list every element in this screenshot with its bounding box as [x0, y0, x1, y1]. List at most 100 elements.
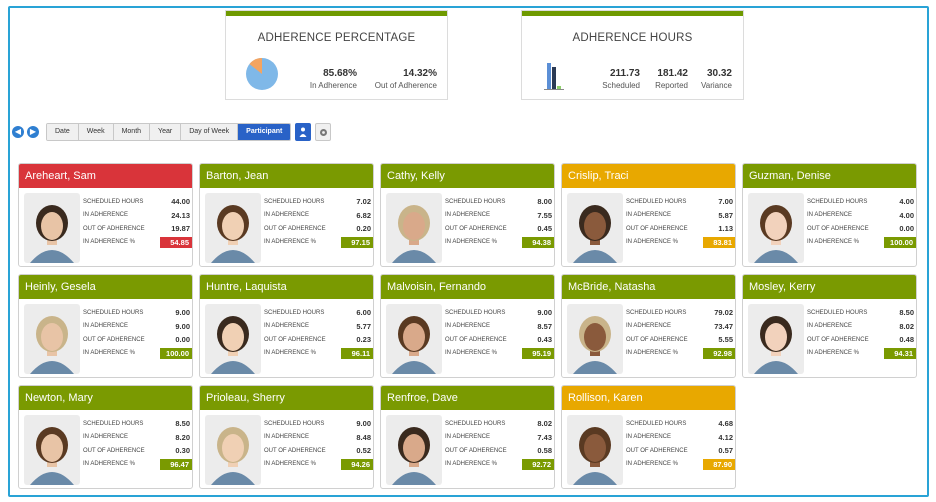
- in-adherence-pct-badge: 92.98: [703, 347, 735, 359]
- in-adherence-pct-label: IN ADHERENCE %: [83, 461, 136, 468]
- participant-name: Areheart, Sam: [19, 164, 192, 188]
- tab-week[interactable]: Week: [78, 124, 114, 140]
- in-adherence-pct-badge: 83.81: [703, 236, 735, 248]
- person-photo-icon: [24, 304, 80, 374]
- participant-card[interactable]: Cathy, Kelly SCHEDULED HOURS 8.00 IN ADHE…: [380, 163, 555, 267]
- tab-month[interactable]: Month: [113, 124, 151, 140]
- view-tabs: Date Week Month Year Day of Week Participant: [46, 123, 292, 141]
- tab-year[interactable]: Year: [150, 124, 182, 140]
- in-adherence-value: 6.82: [356, 210, 371, 220]
- in-adherence-value: 24.13: [171, 210, 190, 220]
- scheduled-hours-value: 8.50: [175, 419, 190, 429]
- tab-day-of-week[interactable]: Day of Week: [181, 124, 239, 140]
- participant-photo: [386, 193, 442, 263]
- hours-bar-chart-icon: [544, 63, 564, 90]
- participant-stats: SCHEDULED HOURS 44.00 IN ADHERENCE 24.13 O…: [83, 195, 192, 249]
- scheduled-hours-value: 6.00: [356, 308, 371, 318]
- participant-card[interactable]: Rollison, Karen SCHEDULED HOURS 4.68 IN A…: [561, 385, 736, 489]
- participant-name: Heinly, Gesela: [19, 275, 192, 299]
- in-adherence-pct-badge: 92.72: [522, 458, 554, 470]
- participant-name: Barton, Jean: [200, 164, 373, 188]
- participant-name: Mosley, Kerry: [743, 275, 916, 299]
- out-of-adherence-value: 1.13: [718, 224, 733, 234]
- out-of-adherence-label: OUT OF ADHERENCE: [445, 336, 507, 343]
- in-adherence-value: 85.68%: [323, 68, 357, 79]
- tab-participant[interactable]: Participant: [238, 124, 291, 140]
- adherence-pie-icon: [246, 58, 278, 90]
- participant-stats: SCHEDULED HOURS 6.00 IN ADHERENCE 5.77 OUT…: [264, 306, 373, 360]
- participant-card[interactable]: Areheart, Sam SCHEDULED HOURS 44.00 IN AD…: [18, 163, 193, 267]
- participant-card[interactable]: Malvoisin, Fernando SCHEDULED HOURS 9.00 …: [380, 274, 555, 378]
- person-photo-icon: [24, 193, 80, 263]
- in-adherence-value: 5.87: [718, 210, 733, 220]
- out-of-adherence-label: OUT OF ADHERENCE: [626, 225, 688, 232]
- person-photo-icon: [567, 304, 623, 374]
- in-adherence-pct-badge: 87.90: [703, 458, 735, 470]
- next-arrow-icon[interactable]: ▶: [27, 126, 39, 138]
- out-of-adherence-value: 0.00: [899, 224, 914, 234]
- in-adherence-label: IN ADHERENCE: [445, 323, 491, 330]
- in-adherence-value: 8.48: [356, 432, 371, 442]
- out-of-adherence-value: 0.00: [175, 335, 190, 345]
- in-adherence-value: 7.43: [537, 432, 552, 442]
- participant-stats: SCHEDULED HOURS 4.00 IN ADHERENCE 4.00 OUT…: [807, 195, 916, 249]
- scheduled-hours-value: 9.00: [356, 419, 371, 429]
- in-adherence-pct-badge: 94.26: [341, 458, 373, 470]
- participant-stats: SCHEDULED HOURS 8.02 IN ADHERENCE 7.43 OUT…: [445, 417, 554, 471]
- participant-stats: SCHEDULED HOURS 9.00 IN ADHERENCE 8.48 OUT…: [264, 417, 373, 471]
- scheduled-hours-value: 7.02: [356, 197, 371, 207]
- in-adherence-pct-badge: 100.00: [884, 236, 916, 248]
- person-photo-icon: [748, 193, 804, 263]
- participant-photo: [205, 304, 261, 374]
- participant-name: Prioleau, Sherry: [200, 386, 373, 410]
- in-adherence-pct-label: IN ADHERENCE %: [264, 239, 317, 246]
- participant-card[interactable]: Heinly, Gesela SCHEDULED HOURS 9.00 IN AD…: [18, 274, 193, 378]
- scheduled-hours-label: SCHEDULED HOURS: [626, 309, 687, 316]
- reported-value: 181.42: [657, 68, 688, 79]
- participant-card[interactable]: McBride, Natasha SCHEDULED HOURS 79.02 IN…: [561, 274, 736, 378]
- in-adherence-label: IN ADHERENCE: [264, 323, 310, 330]
- out-of-adherence-label: OUT OF ADHERENCE: [626, 447, 688, 454]
- scheduled-hours-label: SCHEDULED HOURS: [807, 198, 868, 205]
- out-of-adherence-value: 0.58: [537, 446, 552, 456]
- in-adherence-label: IN ADHERENCE: [264, 212, 310, 219]
- previous-arrow-icon[interactable]: ◀: [12, 126, 24, 138]
- tab-date[interactable]: Date: [47, 124, 79, 140]
- variance-stat: 30.32 Variance: [701, 68, 732, 90]
- in-adherence-pct-label: IN ADHERENCE %: [626, 350, 679, 357]
- settings-button[interactable]: [315, 123, 332, 141]
- participant-stats: SCHEDULED HOURS 8.50 IN ADHERENCE 8.20 OUT…: [83, 417, 192, 471]
- participant-card[interactable]: Guzman, Denise SCHEDULED HOURS 4.00 IN AD…: [742, 163, 917, 267]
- in-adherence-pct-badge: 94.31: [884, 347, 916, 359]
- participant-card[interactable]: Crislip, Traci SCHEDULED HOURS 7.00 IN AD…: [561, 163, 736, 267]
- person-photo-icon: [386, 304, 442, 374]
- in-adherence-value: 9.00: [175, 321, 190, 331]
- scheduled-hours-label: SCHEDULED HOURS: [626, 420, 687, 427]
- participant-stats: SCHEDULED HOURS 7.00 IN ADHERENCE 5.87 OUT…: [626, 195, 735, 249]
- scheduled-hours-label: SCHEDULED HOURS: [83, 309, 144, 316]
- participant-view-button[interactable]: [295, 123, 312, 141]
- in-adherence-pct-badge: 97.15: [341, 236, 373, 248]
- out-of-adherence-value: 19.87: [171, 224, 190, 234]
- adherence-hours-title: ADHERENCE HOURS: [572, 32, 693, 44]
- in-adherence-stat: 85.68% In Adherence: [310, 68, 357, 90]
- participant-photo: [24, 304, 80, 374]
- in-adherence-label: IN ADHERENCE: [445, 434, 491, 441]
- participant-card[interactable]: Mosley, Kerry SCHEDULED HOURS 8.50 IN ADH…: [742, 274, 917, 378]
- in-adherence-pct-badge: 100.00: [160, 347, 192, 359]
- participant-card[interactable]: Prioleau, Sherry SCHEDULED HOURS 9.00 IN …: [199, 385, 374, 489]
- participant-photo: [205, 193, 261, 263]
- person-photo-icon: [205, 193, 261, 263]
- out-of-adherence-label: OUT OF ADHERENCE: [264, 447, 326, 454]
- participant-card[interactable]: Huntre, Laquista SCHEDULED HOURS 6.00 IN …: [199, 274, 374, 378]
- person-photo-icon: [567, 415, 623, 485]
- person-photo-icon: [386, 415, 442, 485]
- participant-card[interactable]: Newton, Mary SCHEDULED HOURS 8.50 IN ADHE…: [18, 385, 193, 489]
- participant-card[interactable]: Renfroe, Dave SCHEDULED HOURS 8.02 IN ADH…: [380, 385, 555, 489]
- reported-label: Reported: [655, 81, 688, 90]
- in-adherence-pct-label: IN ADHERENCE %: [807, 350, 860, 357]
- participant-name: McBride, Natasha: [562, 275, 735, 299]
- scheduled-hours-label: SCHEDULED HOURS: [83, 420, 144, 427]
- reported-stat: 181.42 Reported: [655, 68, 688, 90]
- participant-card[interactable]: Barton, Jean SCHEDULED HOURS 7.02 IN ADHE…: [199, 163, 374, 267]
